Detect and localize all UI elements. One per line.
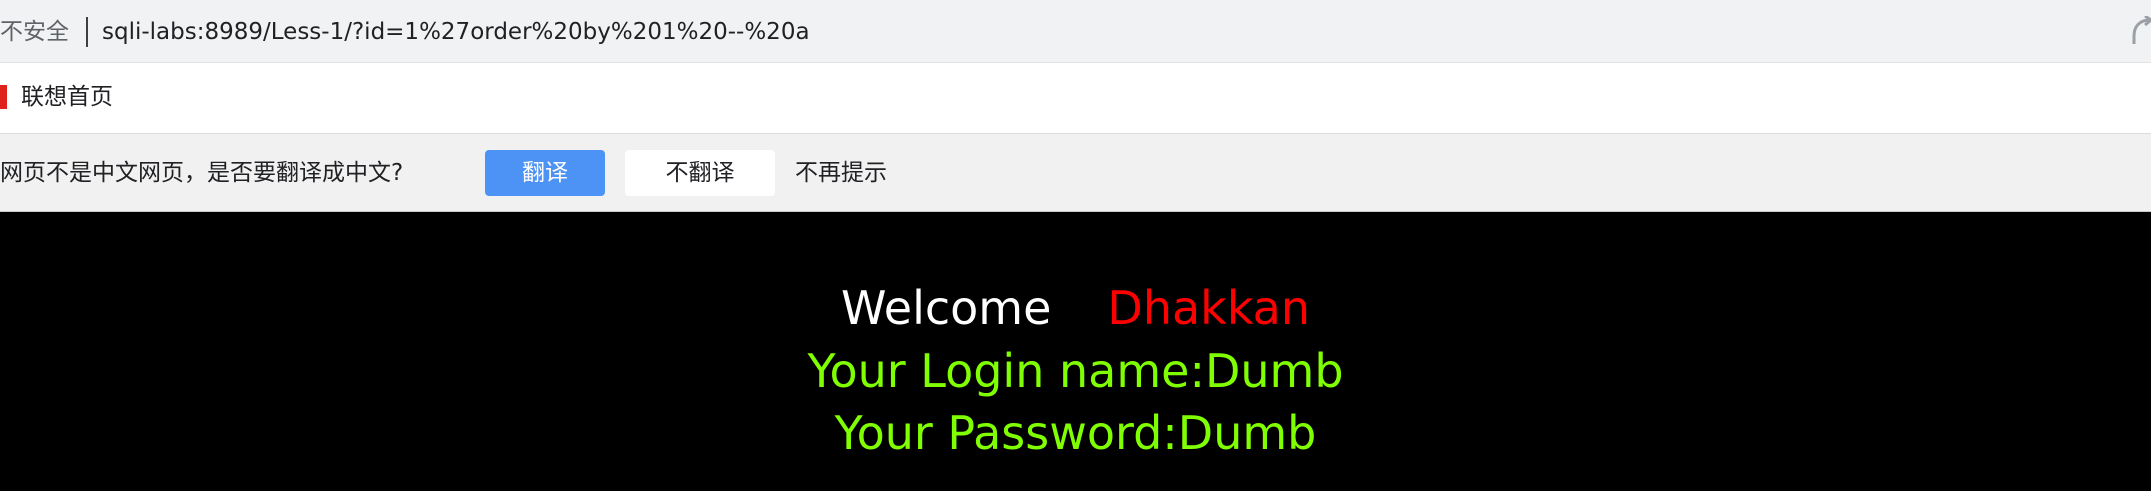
lenovo-favicon-icon xyxy=(0,85,7,109)
translate-infobar: 网页不是中文网页，是否要翻译成中文? 翻译 不翻译 不再提示 xyxy=(0,134,2151,212)
security-indicator[interactable]: 不安全 xyxy=(0,18,69,46)
address-bar: 不安全 sqli-labs:8989/Less-1/?id=1%27order%… xyxy=(0,0,2151,63)
url-field[interactable]: sqli-labs:8989/Less-1/?id=1%27order%20by… xyxy=(102,18,810,46)
password-line: Your Password:Dumb xyxy=(834,406,1317,460)
page-content: Welcome Dhakkan Your Login name:Dumb Your… xyxy=(0,212,2151,491)
login-name-line: Your Login name:Dumb xyxy=(807,344,1344,398)
welcome-line: Welcome Dhakkan xyxy=(0,277,2151,339)
bookmarks-bar: 联想首页 xyxy=(0,63,2151,134)
no-translate-button[interactable]: 不翻译 xyxy=(625,150,775,196)
never-show-link[interactable]: 不再提示 xyxy=(795,159,887,187)
translate-button[interactable]: 翻译 xyxy=(485,150,605,196)
address-divider xyxy=(86,17,88,47)
translate-prompt: 网页不是中文网页，是否要翻译成中文? xyxy=(0,160,404,186)
welcome-text: Welcome xyxy=(841,281,1052,335)
bookmark-label: 联想首页 xyxy=(21,84,113,110)
welcome-name: Dhakkan xyxy=(1107,281,1310,335)
share-icon[interactable] xyxy=(2128,14,2151,46)
